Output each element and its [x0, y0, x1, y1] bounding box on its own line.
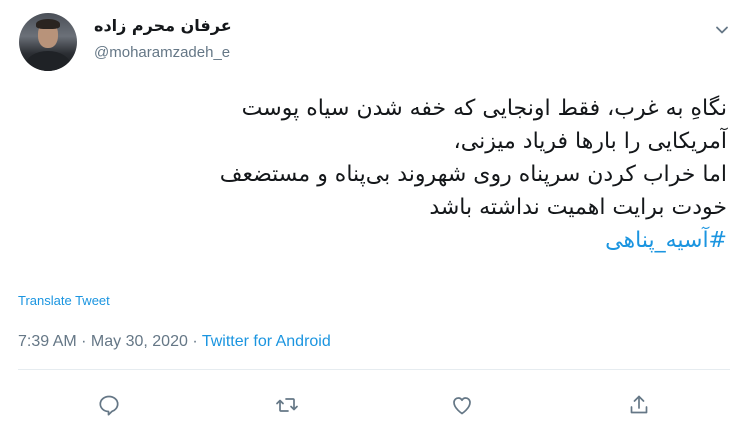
- avatar[interactable]: [19, 13, 77, 71]
- tweet-source-link[interactable]: Twitter for Android: [202, 333, 331, 350]
- tweet-text: نگاهِ به غرب، فقط اونجایی که خفه شدن سیا…: [17, 92, 727, 257]
- retweet-icon[interactable]: [275, 393, 299, 417]
- avatar-shoulders: [25, 51, 71, 71]
- author-handle[interactable]: @moharamzadeh_e: [94, 44, 230, 61]
- share-icon[interactable]: [627, 393, 651, 417]
- tweet-meta: 7:39 AM · May 30, 2020 · Twitter for And…: [18, 333, 331, 351]
- author-name[interactable]: عرفان محرم زاده: [94, 16, 232, 35]
- reply-icon[interactable]: [97, 393, 121, 417]
- meta-separator: ·: [76, 333, 91, 350]
- translate-tweet-link[interactable]: Translate Tweet: [18, 293, 110, 308]
- hashtag-link[interactable]: #آسیه_پناهی: [17, 224, 727, 257]
- tweet-line: خودت برایت اهمیت نداشته باشد: [429, 195, 727, 220]
- meta-separator: ·: [187, 333, 202, 350]
- tweet-time[interactable]: 7:39 AM: [18, 333, 77, 350]
- chevron-down-icon[interactable]: [714, 22, 730, 38]
- tweet-date[interactable]: May 30, 2020: [91, 333, 188, 350]
- action-bar: [0, 393, 748, 417]
- heart-icon[interactable]: [450, 393, 474, 417]
- tweet-line: اما خراب کردن سرپناه روی شهروند بی‌پناه …: [219, 162, 727, 187]
- divider: [18, 369, 730, 370]
- avatar-hair: [36, 19, 60, 29]
- tweet-line: نگاهِ به غرب، فقط اونجایی که خفه شدن سیا…: [241, 96, 727, 121]
- tweet-line: آمریکایی را بارها فریاد میزنی،: [453, 129, 727, 154]
